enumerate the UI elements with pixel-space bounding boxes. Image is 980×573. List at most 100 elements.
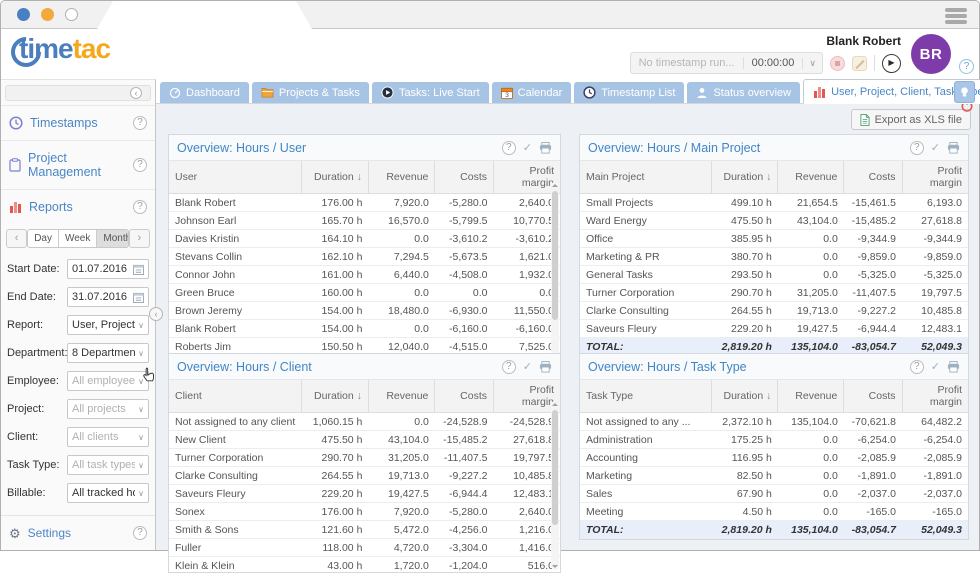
period-option-day[interactable]: Day (28, 230, 58, 247)
next-period-button[interactable]: › (129, 229, 150, 248)
column-header-client[interactable]: Client (169, 380, 302, 413)
column-header-revenue[interactable]: Revenue (368, 161, 434, 194)
tab-projects-tasks[interactable]: Projects & Tasks (252, 82, 369, 103)
hamburger-menu-icon[interactable] (945, 6, 967, 26)
window-dot-yellow[interactable] (41, 8, 54, 21)
print-icon[interactable] (539, 361, 552, 373)
column-header-task-type[interactable]: Task Type (580, 380, 712, 413)
help-icon[interactable]: ? (959, 59, 974, 74)
period-option-week[interactable]: Week (58, 230, 96, 247)
window-dot-white[interactable] (65, 8, 78, 21)
print-icon[interactable] (947, 361, 960, 373)
window-dot-blue[interactable] (17, 8, 30, 21)
help-circle-icon[interactable]: ? (133, 200, 147, 214)
column-header-duration[interactable]: Duration ↓ (302, 380, 368, 413)
sidebar-item-timestamps[interactable]: Timestamps? (1, 105, 155, 140)
task-type-select[interactable]: All task types∨ (67, 455, 149, 475)
column-header-main-project[interactable]: Main Project (580, 161, 712, 194)
play-button[interactable]: ▶ (882, 54, 901, 73)
scrollbar-thumb[interactable] (552, 410, 558, 525)
period-option-month[interactable]: Month (96, 230, 128, 247)
row-value: 135,104.0 (778, 521, 844, 539)
end-date-input[interactable]: 31.07.2016 (67, 287, 149, 307)
check-icon[interactable]: ✓ (523, 141, 532, 154)
export-xls-button[interactable]: Export as XLS file (851, 109, 971, 130)
sidebar-collapse-bar[interactable]: ‹ (5, 85, 151, 101)
column-header-user[interactable]: User (169, 161, 302, 194)
column-header-duration[interactable]: Duration ↓ (302, 161, 368, 194)
help-circle-icon[interactable]: ? (502, 360, 516, 374)
check-icon[interactable]: ✓ (931, 360, 940, 373)
scroll-down-icon[interactable] (552, 565, 558, 568)
scrollbar-thumb[interactable] (552, 191, 558, 320)
browser-tab[interactable] (97, 1, 312, 29)
employee-select[interactable]: All employees∨ (67, 371, 149, 391)
table-row: Stevans Collin162.10 h7,294.5-5,673.51,6… (169, 248, 560, 266)
row-label: Sales (580, 485, 712, 503)
print-icon[interactable] (947, 142, 960, 154)
field-row-start-date: Start Date:01.07.2016 (1, 255, 155, 283)
prev-period-button[interactable]: ‹ (6, 229, 27, 248)
edit-icon[interactable] (852, 56, 867, 71)
tab-dashboard[interactable]: Dashboard (160, 82, 249, 103)
department-select[interactable]: 8 Departments∨ (67, 343, 149, 363)
help-circle-icon[interactable]: ? (133, 158, 147, 172)
timestamp-bar[interactable]: No timestamp run... 00:00:00 ∨ (630, 52, 823, 74)
vertical-scrollbar[interactable] (551, 401, 559, 570)
lightbulb-button[interactable] (954, 81, 975, 103)
row-value: 2,819.20 h (712, 521, 778, 539)
tab-calendar[interactable]: 3Calendar (492, 82, 572, 103)
help-circle-icon[interactable]: ? (910, 141, 924, 155)
billable-select[interactable]: All tracked hou∨ (67, 483, 149, 503)
scroll-up-icon[interactable] (552, 403, 558, 406)
collapse-left-icon[interactable]: ‹ (130, 87, 142, 99)
check-icon[interactable]: ✓ (523, 360, 532, 373)
tab-timestamp-list[interactable]: Timestamp List (574, 82, 684, 103)
print-icon[interactable] (539, 142, 552, 154)
column-header-costs[interactable]: Costs (844, 380, 902, 413)
tab-status-overview[interactable]: Status overview (687, 82, 800, 103)
column-header-costs[interactable]: Costs (844, 161, 902, 194)
column-header-profit-margin[interactable]: Profit margin (902, 161, 968, 194)
client-select[interactable]: All clients∨ (67, 427, 149, 447)
row-value: 0.0 (368, 320, 434, 338)
sidebar-item-reports[interactable]: Reports? (1, 189, 155, 224)
chevron-down-icon[interactable]: ∨ (138, 349, 144, 358)
chevron-down-icon[interactable]: ∨ (138, 489, 144, 498)
sidebar-splitter-collapse-icon[interactable]: ‹ (149, 307, 163, 321)
field-row-project: Project:All projects∨ (1, 395, 155, 423)
column-header-costs[interactable]: Costs (435, 380, 494, 413)
avatar[interactable]: BR (911, 34, 951, 74)
help-circle-icon[interactable]: ? (133, 526, 147, 540)
stop-icon[interactable] (830, 56, 845, 71)
chevron-down-icon[interactable]: ∨ (138, 405, 144, 414)
row-value: 6,440.0 (368, 266, 434, 284)
column-header-duration[interactable]: Duration ↓ (712, 161, 778, 194)
start-date-input[interactable]: 01.07.2016 (67, 259, 149, 279)
row-value: -2,037.0 (844, 485, 902, 503)
scroll-up-icon[interactable] (552, 184, 558, 187)
column-header-profit-margin[interactable]: Profit margin (902, 380, 968, 413)
vertical-scrollbar[interactable] (551, 182, 559, 372)
help-circle-icon[interactable]: ? (910, 360, 924, 374)
chevron-down-icon[interactable]: ∨ (138, 433, 144, 442)
help-circle-icon[interactable]: ? (133, 116, 147, 130)
column-header-revenue[interactable]: Revenue (778, 380, 844, 413)
tab-tasks-live-start[interactable]: Tasks: Live Start (372, 82, 489, 103)
column-header-duration[interactable]: Duration ↓ (712, 380, 778, 413)
column-header-revenue[interactable]: Revenue (368, 380, 434, 413)
project-select[interactable]: All projects∨ (67, 399, 149, 419)
sidebar-item-settings[interactable]: ⚙ Settings ? (1, 515, 155, 550)
data-table: ClientDuration ↓RevenueCostsProfit margi… (169, 380, 560, 573)
check-icon[interactable]: ✓ (931, 141, 940, 154)
dashboard-icon (169, 87, 181, 99)
sidebar-item-project-management[interactable]: Project Management? (1, 140, 155, 189)
column-header-revenue[interactable]: Revenue (778, 161, 844, 194)
report-select[interactable]: User, Project, ∨ (67, 315, 149, 335)
column-header-costs[interactable]: Costs (435, 161, 494, 194)
help-circle-icon[interactable]: ? (502, 141, 516, 155)
chevron-down-icon[interactable]: ∨ (138, 461, 144, 470)
chevron-down-icon[interactable]: ∨ (138, 321, 144, 330)
person-icon (696, 87, 708, 99)
chevron-down-icon[interactable]: ∨ (802, 58, 822, 69)
